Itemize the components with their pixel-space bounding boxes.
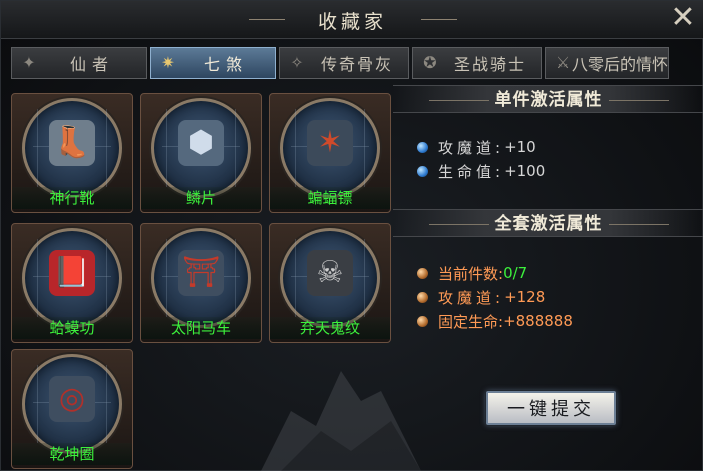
window-title: 收藏家 xyxy=(317,11,387,33)
single-set-heading: 单件激活属性 xyxy=(393,85,703,113)
item-card[interactable]: ☠ 弃天鬼纹 xyxy=(269,223,391,343)
blue-orb-icon xyxy=(417,165,428,177)
attr-value: +128 xyxy=(504,288,546,306)
full-attr-row: 固定生命: +888888 xyxy=(417,311,573,331)
set-count-row: 当前件数: 0/7 xyxy=(417,263,527,283)
ghost-crest-icon: ✦ xyxy=(22,53,36,72)
item-card[interactable]: ◎ 乾坤圈 xyxy=(11,349,133,469)
tab-shengzhan-qishi[interactable]: ✪ 圣战骑士 xyxy=(412,47,542,79)
item-card[interactable]: 👢 神行靴 xyxy=(11,93,133,213)
scale-armor-icon: ⬢ xyxy=(178,120,224,166)
title-ornament-right xyxy=(421,19,457,20)
tab-balinghou[interactable]: ⚔ 八零后的情怀 xyxy=(545,47,669,79)
spear-crest-icon: ⚔ xyxy=(555,53,571,72)
bronze-orb-icon xyxy=(417,267,428,279)
tab-label: 传奇骨灰 xyxy=(320,55,393,74)
attr-value: +888888 xyxy=(503,312,573,330)
heading-ornament-left xyxy=(428,223,489,225)
bat-dart-icon: ✶ xyxy=(307,120,353,166)
attr-value: +100 xyxy=(504,162,546,180)
item-card[interactable]: ⬢ 鳞片 xyxy=(140,93,262,213)
knight-crest-icon: ✪ xyxy=(423,53,437,72)
attr-key: 生命值: xyxy=(438,162,505,181)
tab-qisha[interactable]: ✷ 七煞 xyxy=(150,47,276,79)
tab-chuanqi-guhui[interactable]: ✧ 传奇骨灰 xyxy=(279,47,409,79)
collector-window: 收藏家 ✕ ✦ 仙者 ✷ 七煞 ✧ 传奇骨灰 ✪ 圣战骑士 ⚔ 八零后的情怀 👢… xyxy=(0,0,703,471)
item-name: 鳞片 xyxy=(141,187,261,209)
item-name: 乾坤圈 xyxy=(12,443,132,465)
tab-xianzhe[interactable]: ✦ 仙者 xyxy=(11,47,147,79)
set-count-label: 当前件数: xyxy=(438,264,504,283)
single-set-heading-text: 单件激活属性 xyxy=(494,90,603,110)
boots-icon: 👢 xyxy=(49,120,95,166)
bronze-orb-icon xyxy=(417,315,428,327)
item-card[interactable]: 📕 蛤蟆功 xyxy=(11,223,133,343)
heading-ornament-right xyxy=(608,223,669,225)
item-name: 神行靴 xyxy=(12,187,132,209)
tab-label: 仙者 xyxy=(69,55,114,74)
attr-key: 攻魔道: xyxy=(438,288,505,307)
chariot-icon: ⛩ xyxy=(178,250,224,296)
full-set-heading-text: 全套激活属性 xyxy=(494,214,603,234)
tab-label: 八零后的情怀 xyxy=(572,55,669,74)
single-attr-row: 生命值: +100 xyxy=(417,161,545,181)
skull-icon: ☠ xyxy=(307,250,353,296)
heading-ornament-right xyxy=(608,99,669,101)
attr-value: +10 xyxy=(504,138,536,156)
full-set-heading: 全套激活属性 xyxy=(393,209,703,237)
category-tabs: ✦ 仙者 ✷ 七煞 ✧ 传奇骨灰 ✪ 圣战骑士 ⚔ 八零后的情怀 xyxy=(11,47,669,79)
bronze-orb-icon xyxy=(417,291,428,303)
item-name: 蝙蝠镖 xyxy=(270,187,390,209)
heading-ornament-left xyxy=(428,99,489,101)
manual-book-icon: 📕 xyxy=(49,250,95,296)
wing-crest-icon: ✷ xyxy=(161,53,175,72)
attribute-panel: 单件激活属性 攻魔道: +10 生命值: +100 全套激活属性 当前件数: 0… xyxy=(393,85,703,471)
bone-crest-icon: ✧ xyxy=(290,53,304,72)
bead-bracelet-icon: ◎ xyxy=(49,376,95,422)
full-attr-row: 攻魔道: +128 xyxy=(417,287,545,307)
item-name: 太阳马车 xyxy=(141,317,261,339)
blue-orb-icon xyxy=(417,141,428,153)
attr-key: 攻魔道: xyxy=(438,138,505,157)
attr-key: 固定生命: xyxy=(438,312,504,331)
item-card[interactable]: ⛩ 太阳马车 xyxy=(140,223,262,343)
submit-all-button[interactable]: 一键提交 xyxy=(486,391,616,425)
item-card[interactable]: ✶ 蝙蝠镖 xyxy=(269,93,391,213)
tab-label: 七煞 xyxy=(203,55,248,74)
set-count-value: 0/7 xyxy=(503,264,528,282)
tab-label: 圣战骑士 xyxy=(453,55,526,74)
single-attr-row: 攻魔道: +10 xyxy=(417,137,536,157)
title-bar: 收藏家 ✕ xyxy=(1,1,703,39)
item-name: 蛤蟆功 xyxy=(12,317,132,339)
close-icon[interactable]: ✕ xyxy=(668,3,698,33)
